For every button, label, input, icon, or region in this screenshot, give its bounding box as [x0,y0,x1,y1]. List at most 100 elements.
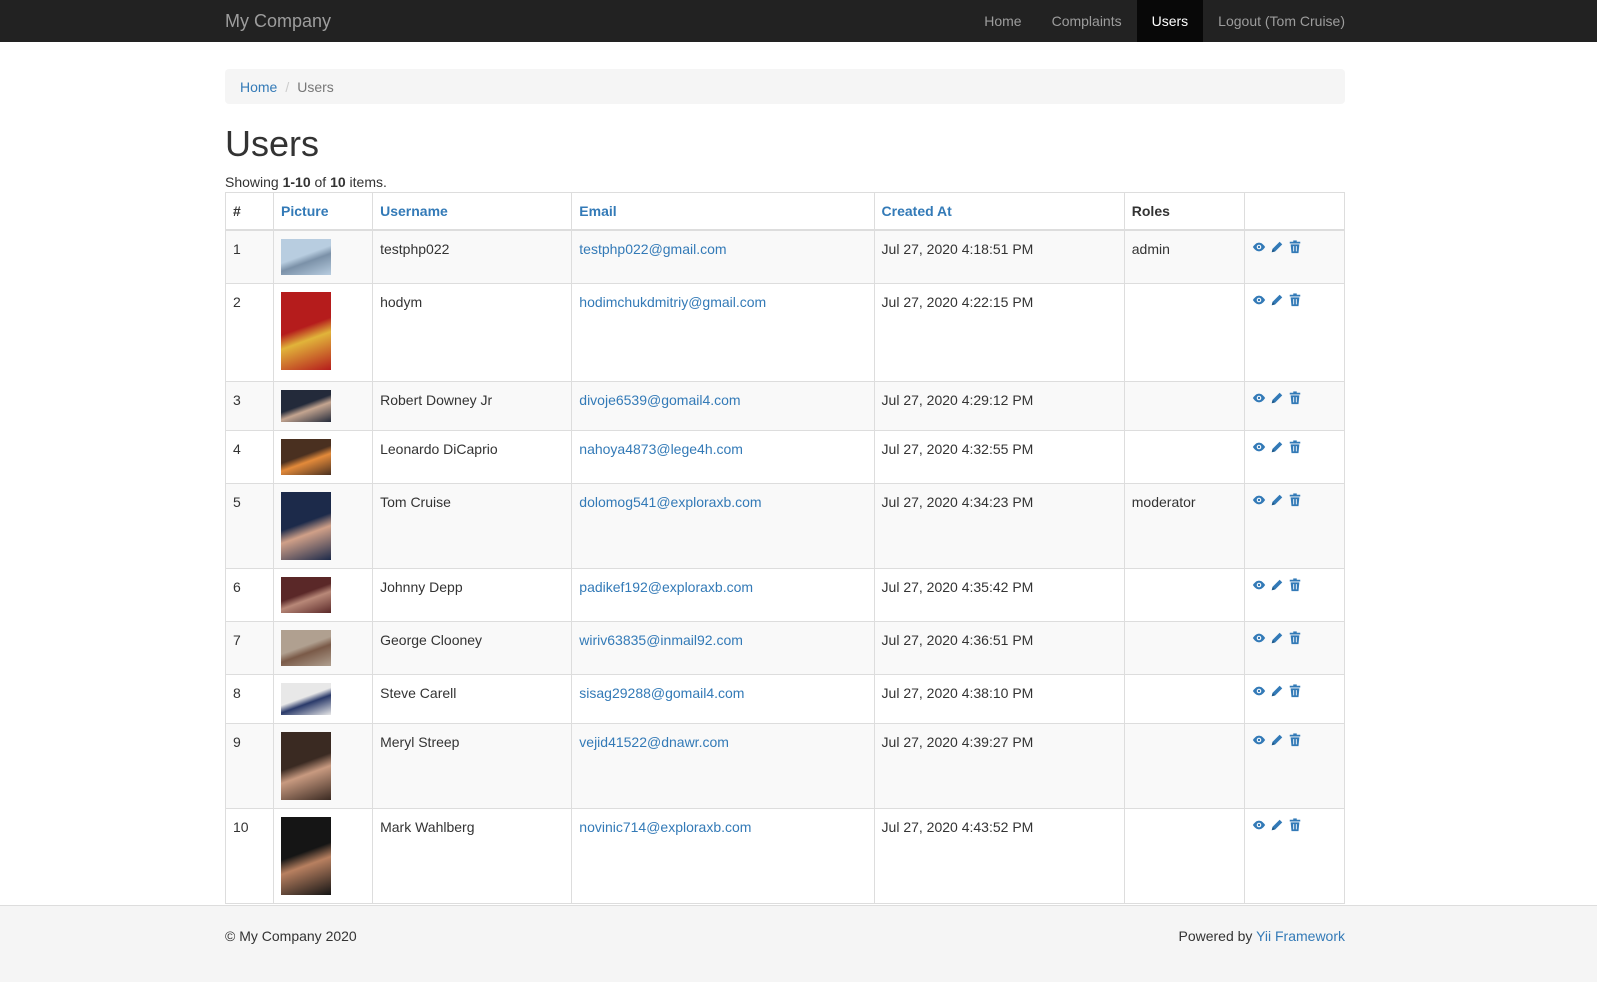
cell-actions [1243,722,1346,809]
yii-framework-link[interactable]: Yii Framework [1256,928,1345,944]
header-picture: Picture [273,191,374,231]
cell-roles: moderator [1123,482,1245,569]
delete-button[interactable] [1288,683,1302,697]
trash-icon [1288,292,1302,306]
table-body: 1 testphp022 testphp022@gmail.com Jul 27… [224,229,1346,904]
email-link[interactable]: wiriv63835@inmail92.com [579,632,743,648]
email-link[interactable]: divoje6539@gomail4.com [579,392,740,408]
brand-link[interactable]: My Company [225,0,331,42]
cell-roles [1123,429,1245,484]
email-link[interactable]: hodimchukdmitriy@gmail.com [579,294,766,310]
user-picture [281,291,332,370]
cell-created-at: Jul 27, 2020 4:18:51 PM [873,229,1125,284]
table-row: 4 Leonardo DiCaprio nahoya4873@lege4h.co… [224,429,1346,484]
user-picture [281,389,332,422]
update-button[interactable] [1270,577,1284,591]
view-button[interactable] [1252,732,1266,746]
email-link[interactable]: novinic714@exploraxb.com [579,819,751,835]
cell-num: 4 [224,429,275,484]
view-button[interactable] [1252,239,1266,253]
nav-item-home[interactable]: Home [969,0,1036,42]
cell-num: 8 [224,673,275,724]
nav-item-logout[interactable]: Logout (Tom Cruise) [1203,0,1345,42]
email-link[interactable]: vejid41522@dnawr.com [579,734,729,750]
cell-username: Tom Cruise [372,482,573,569]
update-button[interactable] [1270,817,1284,831]
table-row: 1 testphp022 testphp022@gmail.com Jul 27… [224,229,1346,284]
eye-icon [1252,492,1266,506]
sort-username-link[interactable]: Username [380,203,448,219]
header-created-at: Created At [873,191,1125,231]
nav-item-complaints[interactable]: Complaints [1037,0,1137,42]
sort-created-at-link[interactable]: Created At [882,203,952,219]
eye-icon [1252,390,1266,404]
delete-button[interactable] [1288,439,1302,453]
user-picture [281,438,332,475]
update-button[interactable] [1270,492,1284,506]
update-button[interactable] [1270,239,1284,253]
user-picture [281,576,332,613]
view-button[interactable] [1252,390,1266,404]
delete-button[interactable] [1288,492,1302,506]
cell-num: 5 [224,482,275,569]
cell-roles [1123,282,1245,382]
trash-icon [1288,630,1302,644]
update-button[interactable] [1270,390,1284,404]
summary-prefix: Showing [225,173,283,190]
delete-button[interactable] [1288,390,1302,404]
delete-button[interactable] [1288,292,1302,306]
delete-button[interactable] [1288,817,1302,831]
update-button[interactable] [1270,292,1284,306]
view-button[interactable] [1252,492,1266,506]
email-link[interactable]: padikef192@exploraxb.com [579,579,753,595]
delete-button[interactable] [1288,732,1302,746]
cell-actions [1243,282,1346,382]
view-button[interactable] [1252,577,1266,591]
pencil-icon [1270,292,1284,306]
header-num: # [224,191,275,231]
pencil-icon [1270,439,1284,453]
email-link[interactable]: sisag29288@gomail4.com [579,685,744,701]
view-button[interactable] [1252,439,1266,453]
trash-icon [1288,239,1302,253]
cell-num: 1 [224,229,275,284]
cell-created-at: Jul 27, 2020 4:38:10 PM [873,673,1125,724]
view-button[interactable] [1252,683,1266,697]
cell-actions [1243,482,1346,569]
sort-picture-link[interactable]: Picture [281,203,328,219]
trash-icon [1288,732,1302,746]
delete-button[interactable] [1288,577,1302,591]
sort-email-link[interactable]: Email [579,203,616,219]
update-button[interactable] [1270,732,1284,746]
update-button[interactable] [1270,439,1284,453]
email-link[interactable]: testphp022@gmail.com [579,241,726,257]
delete-button[interactable] [1288,630,1302,644]
delete-button[interactable] [1288,239,1302,253]
update-button[interactable] [1270,683,1284,697]
cell-picture [273,673,374,724]
cell-picture [273,429,374,484]
user-picture [281,491,332,560]
table-row: 9 Meryl Streep vejid41522@dnawr.com Jul … [224,722,1346,809]
view-button[interactable] [1252,292,1266,306]
cell-picture [273,807,374,904]
user-picture [281,238,332,275]
breadcrumb-home-link[interactable]: Home [240,79,277,95]
nav-item-users[interactable]: Users [1136,0,1204,42]
cell-roles [1123,722,1245,809]
footer-powered: Powered by Yii Framework [1178,928,1345,944]
view-button[interactable] [1252,630,1266,644]
cell-username: Johnny Depp [372,567,573,622]
cell-email: vejid41522@dnawr.com [571,722,875,809]
footer: © My Company 2020 Powered by Yii Framewo… [0,905,1597,982]
email-link[interactable]: dolomog541@exploraxb.com [579,494,761,510]
main-content: Home / Users Users Showing 1-10 of 10 it… [224,69,1346,904]
cell-email: sisag29288@gomail4.com [571,673,875,724]
view-button[interactable] [1252,817,1266,831]
pencil-icon [1270,817,1284,831]
pencil-icon [1270,732,1284,746]
email-link[interactable]: nahoya4873@lege4h.com [579,441,743,457]
cell-picture [273,482,374,569]
cell-num: 3 [224,380,275,431]
update-button[interactable] [1270,630,1284,644]
